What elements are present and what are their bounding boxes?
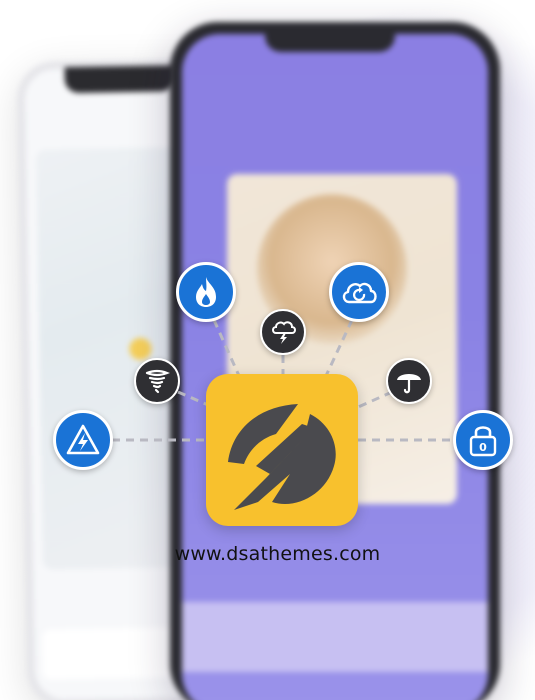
connector-lines <box>112 319 456 442</box>
logo-mark <box>228 404 336 510</box>
fire-icon <box>176 262 236 322</box>
umbrella-icon <box>386 358 432 404</box>
lock-label: 0 <box>479 441 487 454</box>
high-voltage-icon <box>53 410 113 470</box>
website-url[interactable]: www.dsathemes.com <box>0 543 535 565</box>
hero-illustration: 0 www.dsathemes.com <box>0 0 535 700</box>
cloud-sync-icon <box>329 262 389 322</box>
app-logo <box>206 374 358 526</box>
tornado-icon <box>134 358 180 404</box>
thunderstorm-icon <box>260 309 306 355</box>
lock-icon: 0 <box>453 410 513 470</box>
